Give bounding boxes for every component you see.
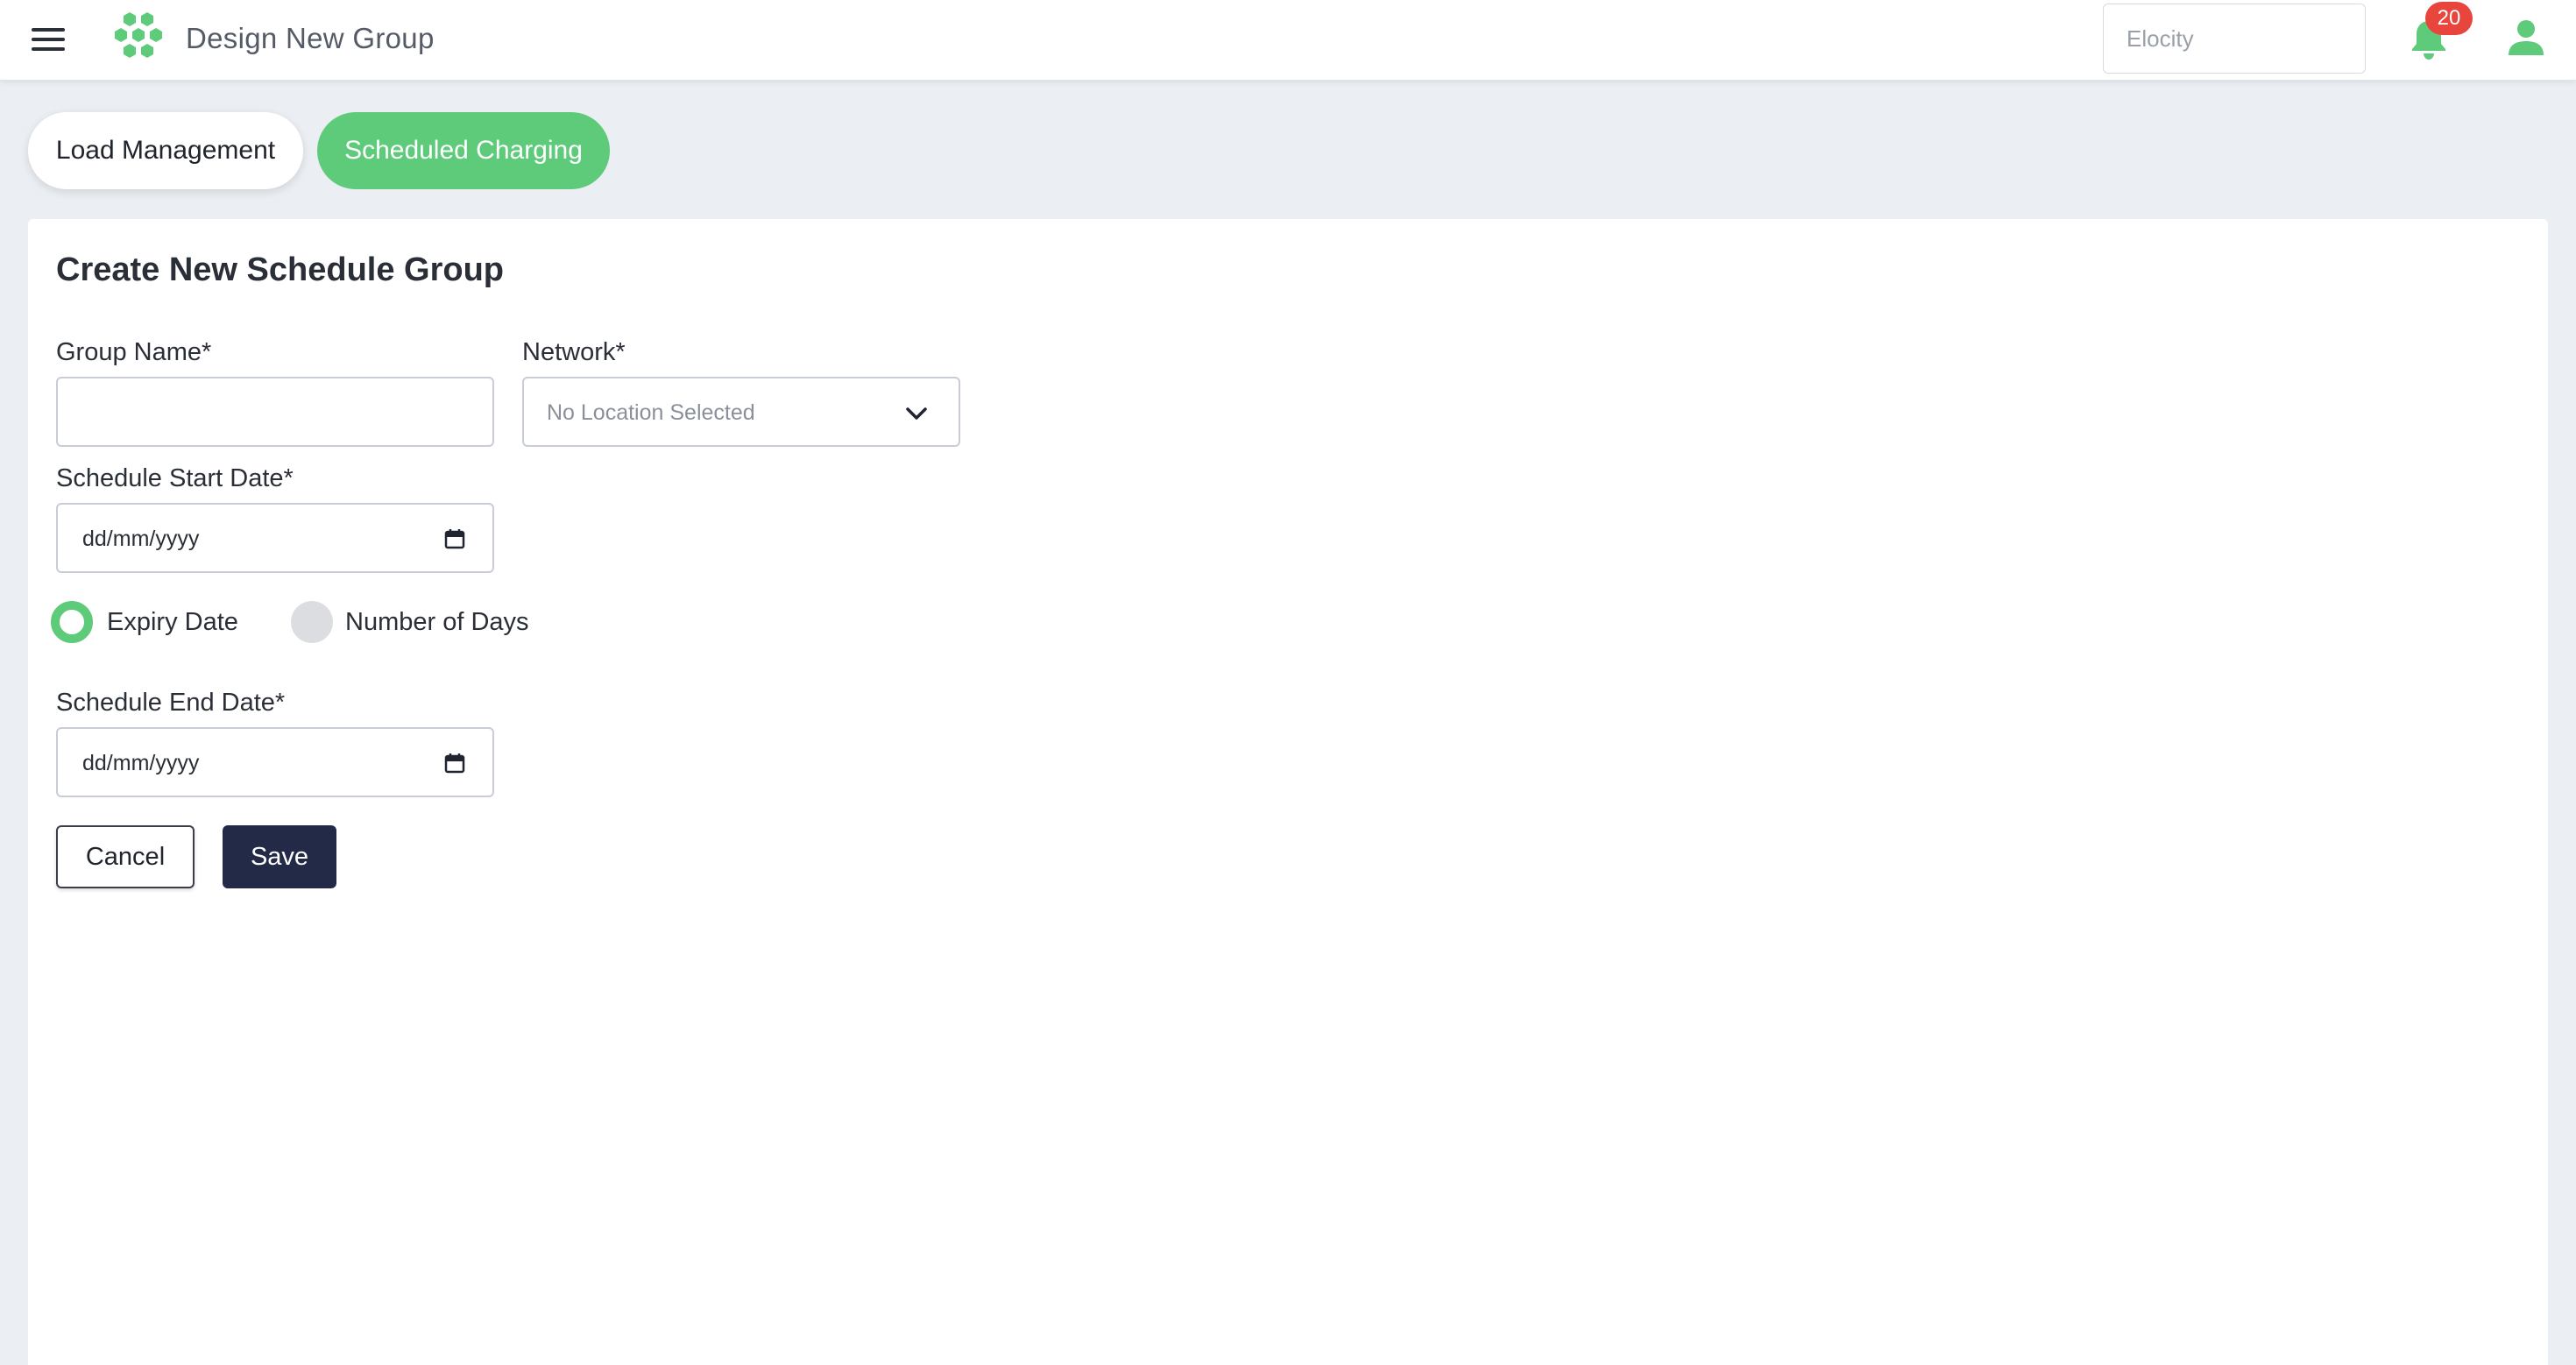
- network-select-value: No Location Selected: [547, 400, 755, 425]
- radio-number-of-days-label[interactable]: Number of Days: [345, 606, 529, 638]
- hexagon-logo: [115, 12, 162, 58]
- group-name-label: Group Name*: [56, 338, 212, 366]
- calendar-icon[interactable]: [443, 527, 466, 550]
- radio-expiry-date[interactable]: [51, 601, 93, 643]
- user-icon[interactable]: [2508, 19, 2544, 56]
- save-button[interactable]: Save: [223, 825, 336, 888]
- end-date-input[interactable]: dd/mm/yyyy: [56, 727, 494, 797]
- group-name-input[interactable]: [56, 377, 494, 447]
- top-bar: Design New Group 20: [0, 0, 2576, 81]
- chevron-down-icon: [906, 407, 927, 420]
- form-title: Create New Schedule Group: [56, 251, 505, 288]
- network-label: Network*: [522, 338, 626, 366]
- menu-icon[interactable]: [32, 26, 67, 54]
- tab-scheduled-charging[interactable]: Scheduled Charging: [317, 112, 610, 189]
- cancel-button[interactable]: Cancel: [56, 825, 195, 888]
- radio-expiry-date-label[interactable]: Expiry Date: [107, 606, 238, 638]
- start-date-input[interactable]: dd/mm/yyyy: [56, 503, 494, 573]
- search-input[interactable]: [2103, 4, 2366, 74]
- start-date-value: dd/mm/yyyy: [82, 527, 200, 551]
- calendar-icon[interactable]: [443, 752, 466, 774]
- network-select[interactable]: No Location Selected: [522, 377, 960, 447]
- end-date-value: dd/mm/yyyy: [82, 751, 200, 775]
- end-date-label: Schedule End Date*: [56, 689, 286, 717]
- radio-number-of-days[interactable]: [291, 601, 333, 643]
- tab-load-management[interactable]: Load Management: [28, 112, 303, 189]
- start-date-label: Schedule Start Date*: [56, 464, 294, 492]
- notification-badge[interactable]: 20: [2425, 2, 2473, 35]
- page-title: Design New Group: [186, 22, 435, 54]
